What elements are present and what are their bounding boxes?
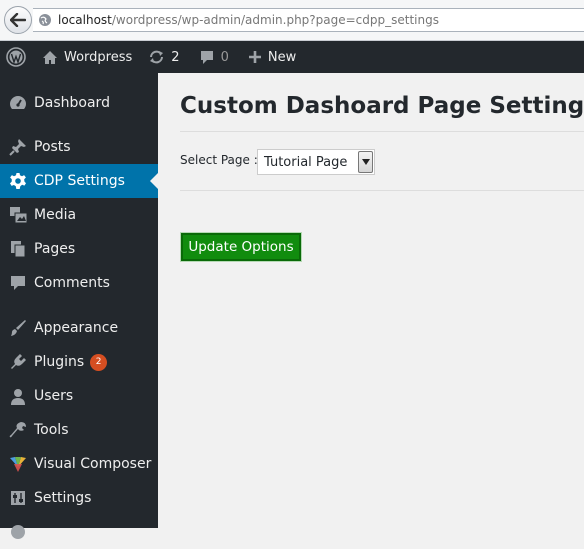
new-label: New: [267, 49, 297, 65]
gear-icon: [0, 172, 34, 190]
sidebar-item-label: Tools: [34, 422, 69, 438]
sidebar-item-media[interactable]: Media: [0, 198, 158, 232]
update-options-button[interactable]: Update Options: [180, 232, 302, 262]
browser-toolbar: localhost/wordpress/wp-admin/admin.php?p…: [0, 0, 584, 41]
sidebar-item-label: Appearance: [34, 320, 119, 336]
media-icon: [0, 206, 34, 224]
admin-bar: Wordpress 2 0 New: [0, 41, 584, 73]
dropdown-arrow-icon[interactable]: [358, 151, 373, 173]
page-title: Custom Dashoard Page Settings: [180, 93, 584, 119]
divider: [180, 190, 584, 191]
address-bar[interactable]: localhost/wordpress/wp-admin/admin.php?p…: [33, 8, 584, 32]
comments-menu[interactable]: 0: [187, 41, 236, 73]
sidebar-item-appearance[interactable]: Appearance: [0, 311, 158, 345]
divider: [180, 131, 584, 132]
sidebar-item-label: Settings: [34, 490, 92, 506]
admin-sidebar: Dashboard Posts CDP Settings Media Pages…: [0, 73, 158, 539]
sidebar-item-label: Visual Composer: [34, 456, 152, 472]
collapse-icon: [0, 524, 34, 540]
plugins-update-badge: 2: [90, 353, 108, 371]
sidebar-item-label: Posts: [34, 139, 71, 155]
page-select-value: Tutorial Page: [264, 154, 348, 170]
wrench-icon: [0, 421, 34, 439]
plugin-icon: [0, 353, 34, 371]
sidebar-item-visual-composer[interactable]: Visual Composer: [0, 447, 158, 481]
sidebar-item-label: Pages: [34, 241, 76, 257]
wp-logo-menu[interactable]: [0, 41, 33, 73]
wordpress-logo-icon: [6, 47, 26, 67]
refresh-icon: [148, 49, 165, 65]
pushpin-icon: [0, 138, 34, 156]
sidebar-item-label: CDP Settings: [34, 173, 125, 189]
sidebar-item-label: Media: [34, 207, 77, 223]
comments-count: 0: [220, 49, 229, 65]
updates-count: 2: [171, 49, 180, 65]
sidebar-item-pages[interactable]: Pages: [0, 232, 158, 266]
sidebar-item-users[interactable]: Users: [0, 379, 158, 413]
site-name: Wordpress: [64, 49, 133, 65]
url-text: localhost/wordpress/wp-admin/admin.php?p…: [58, 13, 439, 27]
comment-icon: [0, 275, 34, 291]
url-path: /wordpress/wp-admin/admin.php?page=cdpp_…: [111, 13, 439, 27]
settings-sliders-icon: [0, 490, 34, 506]
visual-composer-icon: [0, 455, 34, 473]
back-arrow-icon: [10, 13, 26, 27]
plus-icon: [248, 50, 262, 64]
sidebar-item-plugins[interactable]: Plugins 2: [0, 345, 158, 379]
globe-icon: [37, 12, 53, 28]
sidebar-item-partial[interactable]: [0, 515, 158, 549]
sidebar-item-tools[interactable]: Tools: [0, 413, 158, 447]
sidebar-item-comments[interactable]: Comments: [0, 266, 158, 300]
sidebar-item-label: Comments: [34, 275, 110, 291]
sidebar-item-label: Dashboard: [34, 95, 110, 111]
new-content-menu[interactable]: New: [236, 41, 303, 73]
url-host: localhost: [58, 13, 112, 27]
sidebar-item-posts[interactable]: Posts: [0, 130, 158, 164]
dashboard-icon: [0, 94, 34, 112]
pages-icon: [0, 240, 34, 258]
sidebar-item-label: Users: [34, 388, 74, 404]
select-page-label: Select Page :: [180, 153, 258, 167]
main-content: Custom Dashoard Page Settings Select Pag…: [158, 73, 584, 528]
site-name-menu[interactable]: Wordpress: [33, 41, 139, 73]
user-icon: [0, 388, 34, 405]
sidebar-item-settings[interactable]: Settings: [0, 481, 158, 515]
sidebar-item-cdp-settings[interactable]: CDP Settings: [0, 164, 158, 198]
home-icon: [42, 50, 58, 65]
brush-icon: [0, 319, 34, 337]
page-select[interactable]: Tutorial Page: [257, 149, 375, 175]
back-button[interactable]: [4, 6, 32, 34]
comment-bubble-icon: [199, 50, 215, 65]
sidebar-item-label: Plugins: [34, 354, 85, 370]
updates-menu[interactable]: 2: [139, 41, 186, 73]
sidebar-item-dashboard[interactable]: Dashboard: [0, 86, 158, 120]
